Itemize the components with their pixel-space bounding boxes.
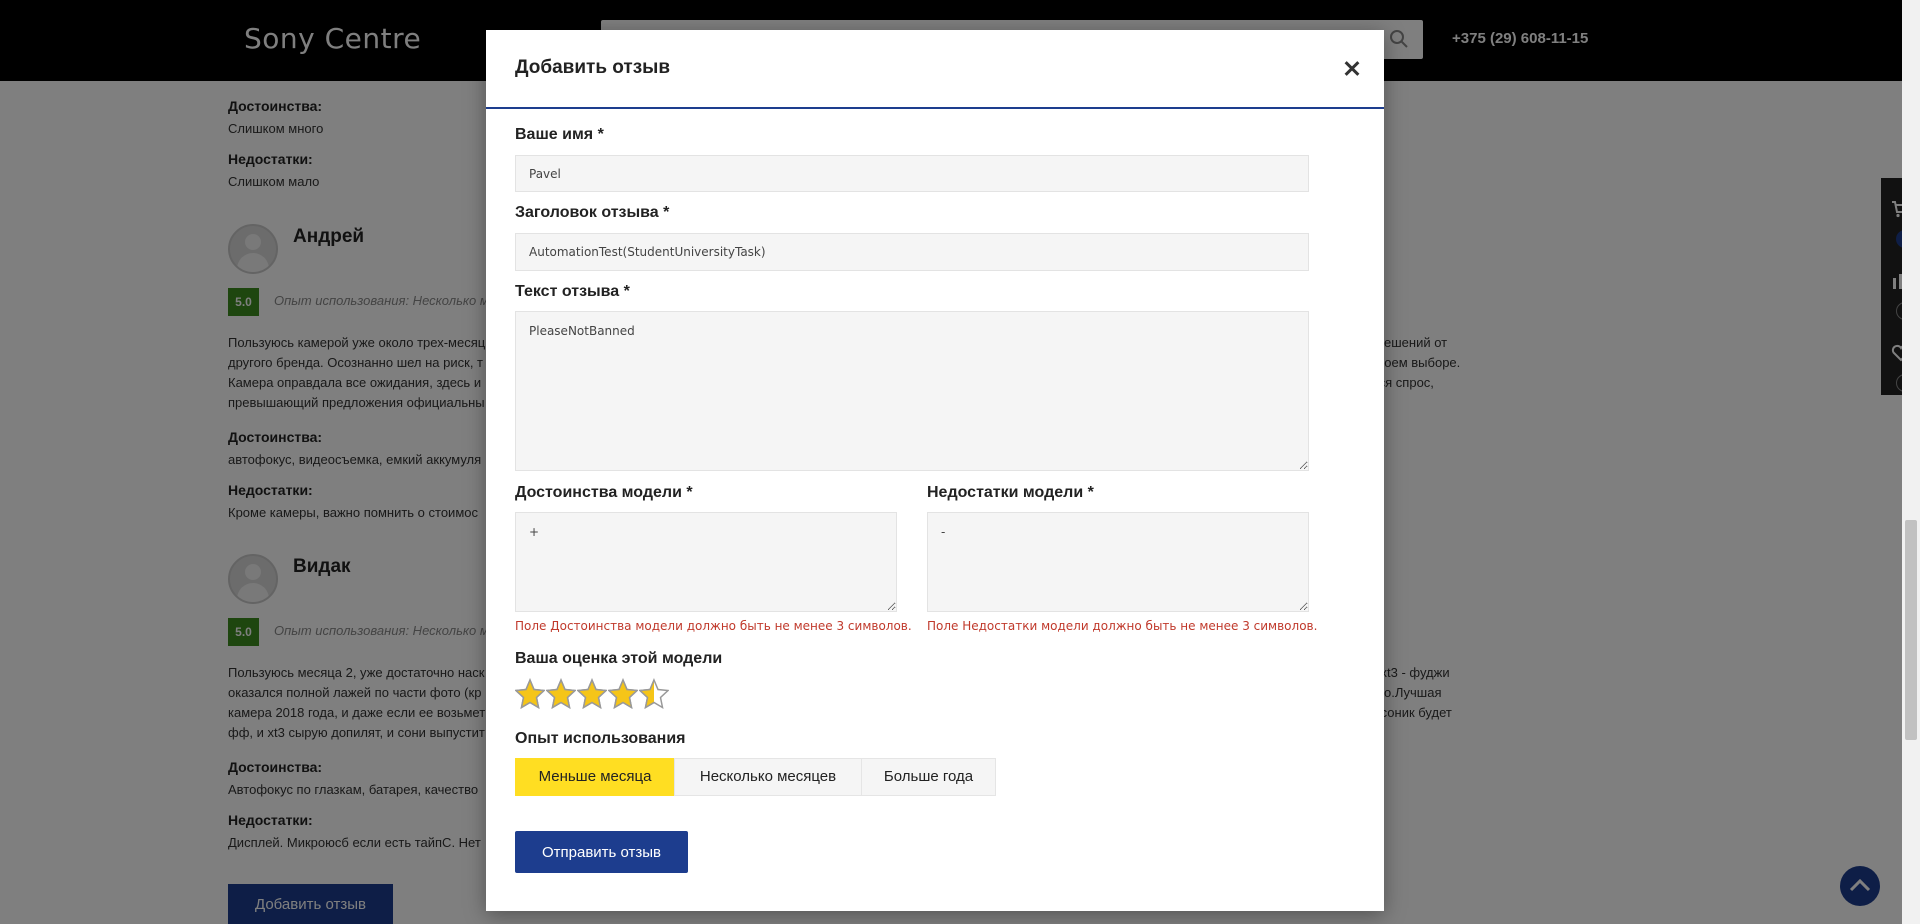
scrollbar-thumb[interactable]	[1905, 520, 1917, 740]
experience-option-over-year[interactable]: Больше года	[861, 758, 996, 796]
cons-field-label: Недостатки модели *	[927, 484, 1094, 501]
star-icon[interactable]	[639, 678, 669, 710]
submit-review-button[interactable]: Отправить отзыв	[515, 831, 688, 873]
add-review-modal: Добавить отзыв Ваше имя * Заголовок отзы…	[486, 30, 1384, 911]
rating-stars[interactable]	[515, 678, 670, 712]
review-title-field[interactable]	[515, 233, 1309, 271]
star-icon[interactable]	[515, 678, 545, 710]
review-title-label: Заголовок отзыва *	[515, 204, 670, 221]
experience-option-less-month[interactable]: Меньше месяца	[515, 758, 675, 796]
experience-options: Меньше месяца Несколько месяцев Больше г…	[515, 758, 996, 796]
close-icon[interactable]	[1338, 54, 1366, 82]
modal-header: Добавить отзыв	[486, 30, 1384, 109]
review-text-label: Текст отзыва *	[515, 283, 630, 300]
rating-label: Ваша оценка этой модели	[515, 650, 723, 667]
cons-error-message: Поле Недостатки модели должно быть не ме…	[927, 619, 1318, 633]
star-icon[interactable]	[577, 678, 607, 710]
name-field[interactable]	[515, 155, 1309, 192]
cons-field[interactable]: -	[927, 512, 1309, 612]
star-icon[interactable]	[608, 678, 638, 710]
pros-field[interactable]: +	[515, 512, 897, 612]
experience-label: Опыт использования	[515, 730, 686, 747]
review-text-field[interactable]: PleaseNotBanned	[515, 311, 1309, 471]
pros-field-label: Достоинства модели *	[515, 484, 693, 501]
star-icon[interactable]	[546, 678, 576, 710]
page-scrollbar[interactable]	[1902, 0, 1920, 924]
modal-title: Добавить отзыв	[515, 57, 671, 78]
pros-error-message: Поле Достоинства модели должно быть не м…	[515, 619, 912, 633]
name-label: Ваше имя *	[515, 126, 604, 143]
experience-option-few-months[interactable]: Несколько месяцев	[674, 758, 862, 796]
